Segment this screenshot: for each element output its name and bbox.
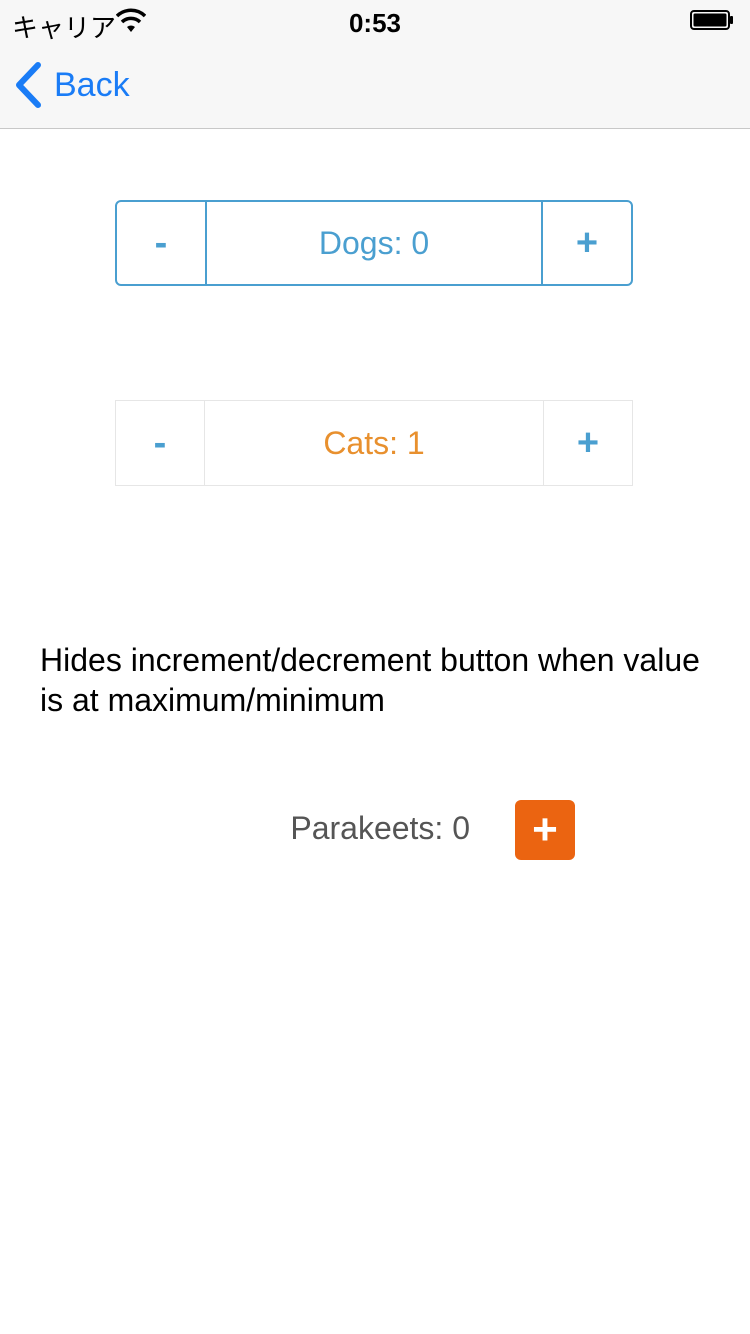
back-label: Back — [54, 65, 130, 104]
dogs-increment-button[interactable]: + — [543, 202, 631, 284]
parakeets-increment-button[interactable]: + — [515, 800, 575, 860]
status-time: 0:53 — [348, 8, 402, 38]
dogs-value-label: Dogs: 0 — [205, 202, 543, 284]
chevron-left-icon — [16, 62, 41, 108]
cats-value-label: Cats: 1 — [204, 401, 544, 485]
cats-stepper: - Cats: 1 + — [115, 400, 633, 486]
dogs-decrement-button[interactable]: - — [117, 202, 205, 284]
parakeets-value-label: Parakeets: 0 — [290, 810, 470, 846]
top-bar: キャリア 0:53 Back — [0, 0, 750, 129]
back-button[interactable]: Back — [14, 60, 130, 110]
description-text: Hides increment/decrement button when va… — [40, 642, 700, 718]
cats-decrement-button[interactable]: - — [116, 401, 204, 485]
cats-increment-button[interactable]: + — [544, 401, 632, 485]
battery-icon — [690, 10, 733, 30]
dogs-stepper: - Dogs: 0 + — [115, 200, 633, 286]
